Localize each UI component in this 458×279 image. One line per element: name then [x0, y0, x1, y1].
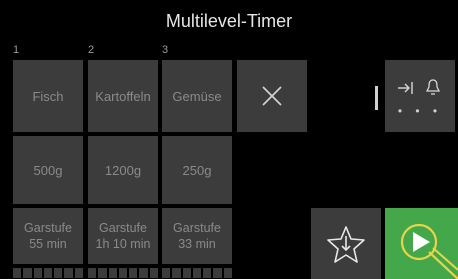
weight-tile-2[interactable]: 1200g: [88, 136, 158, 204]
level-time: 33 min: [178, 237, 216, 251]
add-favorite-button[interactable]: [311, 208, 381, 279]
close-button[interactable]: [237, 60, 307, 132]
more-options-dots: • • •: [397, 104, 443, 118]
bell-icon: [425, 79, 441, 95]
star-add-icon: [327, 225, 365, 263]
level-tile-1[interactable]: Garstufe 55 min: [13, 208, 83, 264]
level-tile-2[interactable]: Garstufe 1h 10 min: [88, 208, 158, 264]
weight-label: 500g: [33, 162, 63, 178]
level-time: 55 min: [29, 237, 67, 251]
level-time: 1h 10 min: [95, 237, 151, 251]
column-number-3: 3: [162, 44, 169, 56]
level-indicator-3: [162, 268, 232, 278]
food-tile-2[interactable]: Kartoffeln: [88, 60, 158, 132]
skip-to-end-icon: [398, 82, 413, 94]
food-label: Kartoffeln: [95, 88, 151, 104]
level-label: Garstufe: [99, 221, 147, 235]
weight-label: 1200g: [104, 162, 142, 178]
level-tile-3[interactable]: Garstufe 33 min: [162, 208, 232, 264]
weight-label: 250g: [182, 162, 212, 178]
weight-tile-3[interactable]: 250g: [162, 136, 232, 204]
start-timer-button[interactable]: [385, 208, 458, 279]
timer-options-button[interactable]: • • •: [385, 60, 455, 132]
level-label: Garstufe: [173, 221, 221, 235]
page-title: Multilevel-Timer: [165, 11, 293, 31]
column-number-2: 2: [88, 44, 95, 56]
food-tile-1[interactable]: Fisch: [13, 60, 83, 132]
play-timer-icon: [400, 223, 458, 279]
food-label: Gemüse: [172, 88, 222, 104]
column-number-1: 1: [13, 44, 20, 56]
close-icon: [262, 86, 282, 106]
weight-tile-1[interactable]: 500g: [13, 136, 83, 204]
level-indicator-1: [13, 268, 83, 278]
food-label: Fisch: [32, 88, 64, 104]
level-indicator-2: [88, 268, 158, 278]
food-tile-3[interactable]: Gemüse: [162, 60, 232, 132]
level-label: Garstufe: [24, 221, 72, 235]
divider: [375, 86, 378, 110]
